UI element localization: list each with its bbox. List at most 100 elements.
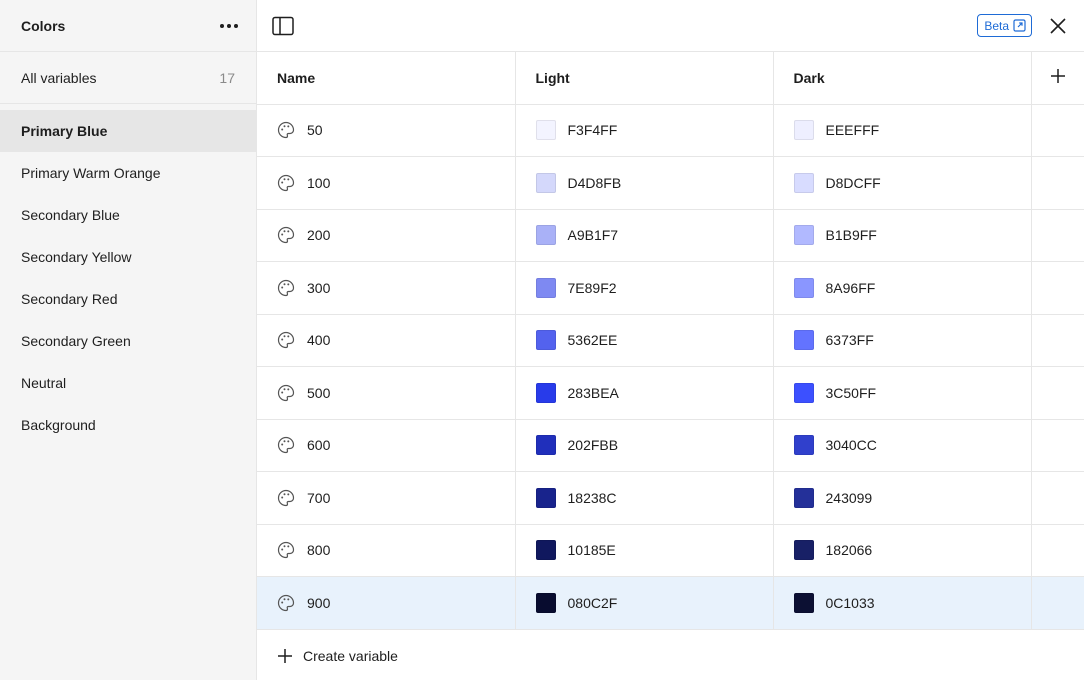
variable-name: 100 <box>307 174 331 191</box>
light-value-cell[interactable]: 18238C <box>515 471 774 525</box>
group-item[interactable]: Secondary Yellow <box>0 236 256 278</box>
create-variable-button[interactable]: Create variable <box>257 630 1084 680</box>
variable-name-cell[interactable]: 800 <box>257 524 516 577</box>
sidebar-toggle-icon[interactable] <box>272 15 294 37</box>
color-swatch[interactable] <box>535 277 556 298</box>
variable-name-cell[interactable]: 300 <box>257 261 516 315</box>
color-swatch[interactable] <box>793 540 814 561</box>
variable-name-cell[interactable]: 700 <box>257 471 516 525</box>
collections-sidebar: Colors All variables 17 Primary Blue Prim… <box>0 0 257 680</box>
variable-name-cell[interactable]: 200 <box>257 209 516 262</box>
light-hex-value: 10185E <box>567 542 616 559</box>
color-swatch[interactable] <box>535 172 556 193</box>
group-item[interactable]: Primary Warm Orange <box>0 152 256 194</box>
empty-cell <box>1031 261 1084 315</box>
group-item[interactable]: Secondary Blue <box>0 194 256 236</box>
variable-name: 50 <box>307 122 323 139</box>
color-swatch[interactable] <box>793 120 814 141</box>
table-row[interactable]: 800 10185E 182066 <box>257 524 1084 577</box>
color-swatch[interactable] <box>793 382 814 403</box>
group-item[interactable]: Primary Blue <box>0 110 256 152</box>
table-row[interactable]: 500 283BEA 3C50FF <box>257 366 1084 420</box>
light-value-cell[interactable]: 283BEA <box>515 366 774 420</box>
group-item[interactable]: Secondary Green <box>0 320 256 362</box>
variable-name: 200 <box>307 227 331 244</box>
variable-name-cell[interactable]: 400 <box>257 314 516 367</box>
table-row[interactable]: 700 18238C 243099 <box>257 471 1084 525</box>
color-swatch[interactable] <box>535 120 556 141</box>
light-value-cell[interactable]: A9B1F7 <box>515 209 774 262</box>
group-item[interactable]: Secondary Red <box>0 278 256 320</box>
beta-badge[interactable]: Beta <box>977 14 1032 37</box>
variable-name-cell[interactable]: 500 <box>257 366 516 420</box>
dark-value-cell[interactable]: 3040CC <box>773 419 1032 472</box>
color-swatch[interactable] <box>535 592 556 613</box>
all-variables-item[interactable]: All variables 17 <box>0 52 256 104</box>
color-swatch[interactable] <box>793 330 814 351</box>
table-row[interactable]: 50 F3F4FF EEEFFF <box>257 104 1084 157</box>
dark-hex-value: B1B9FF <box>825 227 877 244</box>
color-swatch[interactable] <box>535 540 556 561</box>
group-item-label: Primary Blue <box>21 123 108 139</box>
group-item-label: Background <box>21 417 96 433</box>
column-header-dark[interactable]: Dark <box>773 52 1032 105</box>
variable-name-cell[interactable]: 600 <box>257 419 516 472</box>
dark-value-cell[interactable]: D8DCFF <box>773 156 1032 210</box>
light-value-cell[interactable]: 7E89F2 <box>515 261 774 315</box>
dark-value-cell[interactable]: 182066 <box>773 524 1032 577</box>
ellipsis-icon[interactable] <box>218 16 240 36</box>
plus-icon <box>278 648 292 663</box>
color-swatch[interactable] <box>793 225 814 246</box>
color-swatch[interactable] <box>535 330 556 351</box>
color-swatch[interactable] <box>535 382 556 403</box>
add-mode-button[interactable] <box>1031 52 1084 105</box>
palette-icon <box>277 174 295 192</box>
variable-name-cell[interactable]: 50 <box>257 104 516 157</box>
light-value-cell[interactable]: D4D8FB <box>515 156 774 210</box>
group-item-label: Neutral <box>21 375 67 391</box>
empty-cell <box>1031 156 1084 210</box>
color-swatch[interactable] <box>793 487 814 508</box>
dark-value-cell[interactable]: 6373FF <box>773 314 1032 367</box>
light-value-cell[interactable]: 080C2F <box>515 576 774 630</box>
dark-value-cell[interactable]: 3C50FF <box>773 366 1032 420</box>
variable-name-cell[interactable]: 100 <box>257 156 516 210</box>
color-swatch[interactable] <box>793 435 814 456</box>
table-row[interactable]: 900 080C2F 0C1033 <box>257 576 1084 630</box>
column-header-name[interactable]: Name <box>257 52 516 105</box>
light-value-cell[interactable]: F3F4FF <box>515 104 774 157</box>
color-swatch[interactable] <box>535 487 556 508</box>
color-swatch[interactable] <box>793 172 814 193</box>
dark-hex-value: EEEFFF <box>825 122 880 139</box>
color-swatch[interactable] <box>535 435 556 456</box>
dark-hex-value: 243099 <box>825 489 873 506</box>
variable-name-cell[interactable]: 900 <box>257 576 516 630</box>
dark-hex-value: 0C1033 <box>825 594 875 611</box>
color-swatch[interactable] <box>535 225 556 246</box>
dark-value-cell[interactable]: EEEFFF <box>773 104 1032 157</box>
dark-value-cell[interactable]: 243099 <box>773 471 1032 525</box>
plus-icon <box>1050 69 1065 84</box>
color-swatch[interactable] <box>793 277 814 298</box>
column-header-light[interactable]: Light <box>515 52 774 105</box>
group-item[interactable]: Background <box>0 404 256 446</box>
light-value-cell[interactable]: 5362EE <box>515 314 774 367</box>
table-row[interactable]: 200 A9B1F7 B1B9FF <box>257 209 1084 262</box>
table-row[interactable]: 400 5362EE 6373FF <box>257 314 1084 367</box>
light-value-cell[interactable]: 10185E <box>515 524 774 577</box>
dark-hex-value: 3040CC <box>825 437 877 454</box>
table-row[interactable]: 300 7E89F2 8A96FF <box>257 261 1084 315</box>
palette-icon <box>277 279 295 297</box>
light-hex-value: A9B1F7 <box>567 227 619 244</box>
table-row[interactable]: 100 D4D8FB D8DCFF <box>257 156 1084 210</box>
light-value-cell[interactable]: 202FBB <box>515 419 774 472</box>
table-row[interactable]: 600 202FBB 3040CC <box>257 419 1084 472</box>
dark-value-cell[interactable]: B1B9FF <box>773 209 1032 262</box>
empty-cell <box>1031 419 1084 472</box>
color-swatch[interactable] <box>793 592 814 613</box>
dark-value-cell[interactable]: 0C1033 <box>773 576 1032 630</box>
dark-hex-value: 3C50FF <box>825 384 877 401</box>
close-icon[interactable] <box>1048 16 1068 36</box>
dark-value-cell[interactable]: 8A96FF <box>773 261 1032 315</box>
group-item[interactable]: Neutral <box>0 362 256 404</box>
